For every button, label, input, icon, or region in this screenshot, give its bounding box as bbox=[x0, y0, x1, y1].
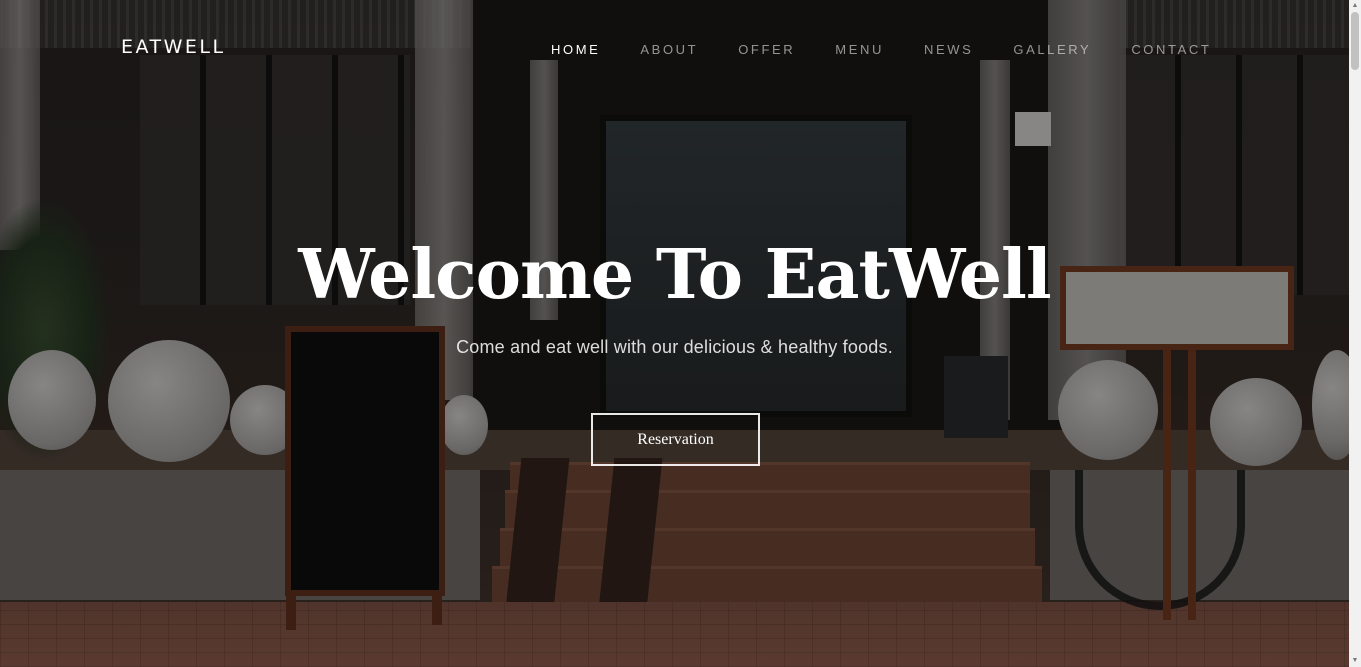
nav-menu: HOME ABOUT OFFER MENU NEWS GALLERY CONTA… bbox=[551, 41, 1251, 59]
page-viewport: EATWELL HOME ABOUT OFFER MENU NEWS GALLE… bbox=[0, 0, 1361, 667]
nav-item-gallery: GALLERY bbox=[1013, 41, 1091, 59]
scroll-up-arrow-icon[interactable]: ▲ bbox=[1349, 0, 1361, 12]
nav-item-about: ABOUT bbox=[640, 41, 698, 59]
nav-item-news: NEWS bbox=[924, 41, 973, 59]
nav-link-news[interactable]: NEWS bbox=[924, 42, 973, 57]
nav-link-about[interactable]: ABOUT bbox=[640, 42, 698, 57]
nav-link-home[interactable]: HOME bbox=[551, 42, 600, 57]
nav-link-offer[interactable]: OFFER bbox=[738, 42, 795, 57]
scroll-down-arrow-icon[interactable]: ▼ bbox=[1349, 655, 1361, 667]
hero-title: Welcome To EatWell bbox=[298, 235, 1051, 315]
nav-link-menu[interactable]: MENU bbox=[835, 42, 884, 57]
nav-item-home: HOME bbox=[551, 41, 600, 59]
scrollbar-thumb[interactable] bbox=[1351, 12, 1359, 70]
nav-item-offer: OFFER bbox=[738, 41, 795, 59]
nav-link-gallery[interactable]: GALLERY bbox=[1013, 42, 1091, 57]
top-navbar: EATWELL HOME ABOUT OFFER MENU NEWS GALLE… bbox=[0, 0, 1349, 96]
brand-logo[interactable]: EATWELL bbox=[121, 36, 226, 58]
hero-subtitle: Come and eat well with our delicious & h… bbox=[456, 337, 893, 357]
page-scrollbar[interactable]: ▲ ▼ bbox=[1349, 0, 1361, 667]
reservation-button[interactable]: Reservation bbox=[591, 413, 760, 466]
nav-item-contact: CONTACT bbox=[1131, 41, 1211, 59]
hero-section: Welcome To EatWell Come and eat well wit… bbox=[0, 225, 1349, 358]
nav-link-contact[interactable]: CONTACT bbox=[1131, 42, 1211, 57]
nav-item-menu: MENU bbox=[835, 41, 884, 59]
